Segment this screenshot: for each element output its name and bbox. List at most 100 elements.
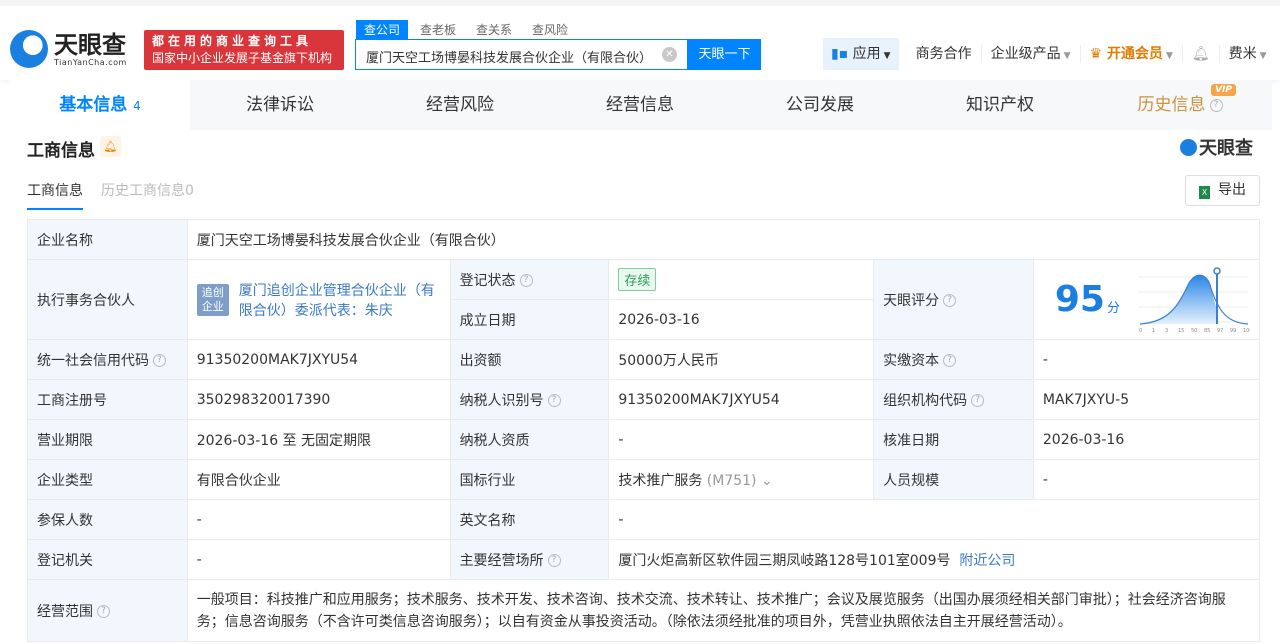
label: 企业类型 [28,460,188,500]
nav-right: ▮▪ 应用▼ 商务合作 企业级产品▼ ♛ 开通会员▼ 🔔︎ 费米▼ [823,38,1276,70]
help-icon[interactable]: ? [943,294,956,307]
axis-tick-label: 97 [1217,328,1223,333]
table-row: 企业名称厦门天空工场博晏科技发展合伙企业（有限合伙） [28,220,1260,260]
export-button[interactable]: X导出 [1185,175,1260,206]
app-menu[interactable]: ▮▪ 应用▼ [823,38,899,70]
search-tab-risk[interactable]: 查风险 [524,20,576,39]
company-name: 厦门天空工场博晏科技发展合伙企业（有限合伙） [187,220,1259,260]
axis-tick-label: 3 [1165,328,1168,333]
label: 人员规模 [874,460,1034,500]
help-icon[interactable]: ? [971,394,984,407]
help-icon[interactable]: ? [943,354,956,367]
table-row: 参保人数- 英文名称- [28,500,1260,540]
nearby-companies-link[interactable]: 附近公司 [959,553,1015,569]
sub-tabs: 工商信息 历史工商信息0 [27,180,212,210]
business-link[interactable]: 商务合作 [907,45,982,63]
axis-tick-label: 0 [1139,328,1142,333]
value: - [187,540,450,580]
value: 有限合伙企业 [187,460,450,500]
logo-text: 天眼查 [54,32,127,58]
promo-line2: 国家中小企业发展子基金旗下机构 [152,50,336,67]
tab-legal[interactable]: 法律诉讼 [190,80,370,130]
table-row: 登记机关- 主要经营场所? 厦门火炬高新区软件园三期凤岐路128号101室009… [28,540,1260,580]
apps-icon: ▮▪ [831,46,848,62]
score-unit: 分 [1107,297,1120,316]
search-tab-company[interactable]: 查公司 [356,20,408,39]
table-row: 经营范围? 一般项目：科技推广和应用服务；技术服务、技术开发、技术咨询、技术交流… [28,580,1260,642]
table-row: 营业期限2026-03-16 至 无固定期限 纳税人资质- 核准日期2026-0… [28,420,1260,460]
help-icon[interactable]: ? [548,394,561,407]
score-value: 95 [1055,279,1105,320]
value: MAK7JXYU-5 [1033,380,1259,420]
tab-operation[interactable]: 经营信息 [550,80,730,130]
distribution-area [1140,275,1216,324]
promo-line1: 都在用的商业查询工具 [152,33,336,50]
promo-banner[interactable]: 都在用的商业查询工具国家中小企业发展子基金旗下机构 [144,30,344,70]
value: - [1033,340,1259,380]
status-badge: 存续 [618,268,656,291]
subtab-history[interactable]: 历史工商信息0 [101,180,194,210]
value: 50000万人民币 [609,340,874,380]
subtab-current[interactable]: 工商信息 [27,180,83,210]
vip-badge: VIP [1211,84,1236,96]
partner-logo: 追创企业 [197,284,229,316]
axis-tick-label: 100 [1243,328,1250,333]
logo[interactable]: 天眼查TianYanCha.com [10,30,127,68]
help-icon[interactable]: ? [548,554,561,567]
label: 登记状态? [450,260,609,300]
value: - [1033,460,1259,500]
value: 2026-03-16 [609,300,874,340]
tab-count: 4 [133,99,141,113]
help-icon[interactable]: ? [97,605,110,618]
clear-icon[interactable]: ✕ [662,47,677,62]
label: 成立日期 [450,300,609,340]
excel-icon: X [1199,186,1210,199]
table-row: 企业类型有限合伙企业 国标行业 技术推广服务 (M751) ⌄ 人员规模- [28,460,1260,500]
label: 执行事务合伙人 [28,260,188,340]
search-button[interactable]: 天眼一下 [688,39,761,70]
tab-history[interactable]: 历史信息?VIP [1090,80,1270,130]
bell-icon[interactable]: 🔔︎ [1183,45,1220,63]
business-info-table: 企业名称厦门天空工场博晏科技发展合伙企业（有限合伙） 执行事务合伙人 追创企业厦… [27,219,1260,642]
partner-link[interactable]: 厦门追创企业管理合伙企业（有限合伙）委派代表：朱庆 [239,280,441,320]
label: 参保人数 [28,500,188,540]
partner-cell: 追创企业厦门追创企业管理合伙企业（有限合伙）委派代表：朱庆 [187,260,450,340]
label: 英文名称 [450,500,609,540]
label: 出资额 [450,340,609,380]
user-menu[interactable]: 费米▼ [1220,45,1276,63]
label: 纳税人识别号? [450,380,609,420]
tab-ip[interactable]: 知识产权 [910,80,1090,130]
axis-tick-label: 15 [1178,328,1184,333]
search-tab-relation[interactable]: 查关系 [468,20,520,39]
label: 工商注册号 [28,380,188,420]
search-tabs: 查公司 查老板 查关系 查风险 [356,20,580,39]
app-label: 应用 [853,46,881,62]
score-distribution-chart: 0131550859799100 [1138,267,1250,333]
value: - [187,500,450,540]
help-icon[interactable]: ? [153,354,166,367]
section-title: 工商信息 [27,136,95,161]
search-tab-boss[interactable]: 查老板 [412,20,464,39]
label: 天眼评分? [874,260,1034,340]
user-name: 费米 [1229,46,1257,62]
industry-code: (M751) [707,473,757,489]
value: - [609,500,1260,540]
tab-development[interactable]: 公司发展 [730,80,910,130]
enterprise-menu[interactable]: 企业级产品▼ [982,45,1081,63]
label: 核准日期 [874,420,1034,460]
vip-label: 开通会员 [1107,46,1163,62]
bell-icon[interactable]: 🔔︎ [100,136,121,157]
help-icon[interactable]: ? [520,274,533,287]
tab-basic-info[interactable]: 基本信息 4 [10,80,190,130]
search-input[interactable]: 厦门天空工场博晏科技发展合伙企业（有限合伙）✕ [355,39,688,70]
vip-menu[interactable]: ♛ 开通会员▼ [1081,45,1183,63]
table-row: 工商注册号350298320017390 纳税人识别号?91350200MAK7… [28,380,1260,420]
tab-risk[interactable]: 经营风险 [370,80,550,130]
business-scope: 一般项目：科技推广和应用服务；技术服务、技术开发、技术咨询、技术交流、技术转让、… [187,580,1259,642]
axis-tick-label: 50 [1191,328,1197,333]
industry-dropdown[interactable]: 技术推广服务 (M751) ⌄ [609,460,874,500]
axis-tick-label: 99 [1230,328,1236,333]
value: 2026-03-16 [1033,420,1259,460]
help-icon: ? [1210,99,1223,112]
value: 2026-03-16 至 无固定期限 [187,420,450,460]
